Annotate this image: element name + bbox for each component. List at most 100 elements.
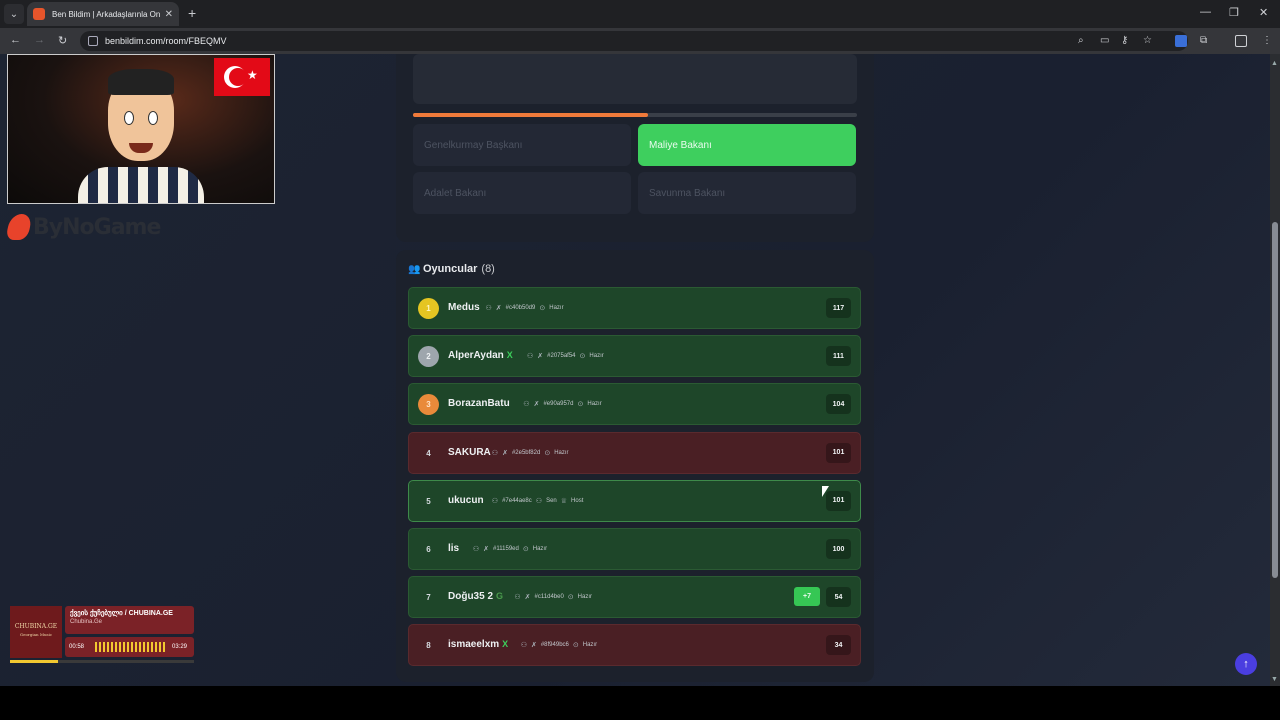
site-info-icon[interactable] — [88, 36, 98, 46]
ready-icon: ⊙ — [539, 305, 546, 312]
bynogame-logo: ByNoGame — [5, 214, 161, 240]
user-icon: ⚇ — [520, 642, 527, 650]
song-source: Chubina.Ge — [70, 619, 103, 625]
password-key-icon[interactable]: ⚷ — [1121, 35, 1128, 46]
player-meta: ⚇ ✗ #8f949bc6 ⊙ Hazır — [521, 641, 597, 649]
answer-option[interactable]: Savunma Bakanı — [638, 172, 856, 214]
player-meta: ⚇ ✗ #e90a957d ⊙ Hazır — [523, 400, 601, 408]
close-window-icon[interactable]: ✕ — [1259, 6, 1268, 19]
player-rank-badge: 8 — [426, 641, 431, 651]
kick-icon[interactable]: ✗ — [531, 641, 537, 649]
host-crown-icon: ♕ — [560, 497, 568, 505]
scroll-down-icon[interactable]: ▼ — [1271, 676, 1278, 683]
profile-extension-icon[interactable] — [1235, 35, 1247, 47]
menu-kebab-icon[interactable]: ⋮ — [1262, 35, 1272, 46]
player-score: 117 — [826, 298, 851, 318]
avatar-hair — [108, 69, 174, 95]
kick-icon[interactable]: ✗ — [483, 545, 489, 553]
scroll-thumb[interactable] — [1272, 222, 1278, 578]
extensions-puzzle-icon[interactable]: ⧉ — [1200, 35, 1207, 46]
player-meta: ⚇ ✗ #2075af54 ⊙ Hazır — [527, 352, 604, 360]
translate-extension-icon[interactable] — [1175, 35, 1187, 47]
user-icon: ⚇ — [527, 353, 534, 361]
player-name: SAKURA — [448, 446, 491, 458]
player-rank-badge: 7 — [426, 593, 431, 603]
player-score: 100 — [826, 539, 851, 559]
player-name: AlperAydan X — [448, 350, 513, 362]
player-status: Hazır — [554, 449, 569, 456]
player-score: 104 — [826, 394, 851, 415]
time-current: 00:58 — [69, 644, 85, 650]
player-row: 8 ismaeelxm X ⚇ ✗ #8f949bc6 ⊙ Hazır 34 — [408, 624, 861, 667]
you-label: Sen — [546, 497, 557, 504]
players-card: 👥 Oyuncular (8) 1 Medus ⚇ ✗ #c40b50d9 ⊙ Hazır 1… — [396, 250, 874, 682]
player-id: #11159ed — [493, 546, 519, 552]
ready-icon: ⊙ — [577, 401, 584, 409]
cast-icon[interactable]: ▭ — [1100, 35, 1109, 46]
player-row: 4 SAKURA ⚇ ✗ #2e5bf82d ⊙ Hazır 101 — [408, 431, 861, 474]
user-icon: ⚇ — [523, 401, 530, 409]
player-status: Hazır — [589, 353, 604, 360]
music-info: ქვეის ქუჩებული / CHUBINA.GE Chubina.Ge — [65, 606, 194, 634]
bookmark-star-icon[interactable]: ☆ — [1143, 35, 1152, 46]
scroll-to-top-button[interactable]: ↑ — [1235, 653, 1257, 675]
address-bar[interactable]: benbildim.com/room/FBEQMV — [80, 31, 1188, 51]
player-id: #c11d4be0 — [534, 594, 564, 601]
player-name: lis — [448, 543, 460, 554]
active-tab[interactable]: Ben Bildim | Arkadaşlarınla Online ✕ — [27, 2, 179, 26]
tab-search-button[interactable]: ⌄ — [4, 4, 24, 24]
player-name: ukucun — [448, 494, 484, 506]
google-badge-icon: G — [496, 591, 504, 602]
album-art: CHUBINA.GE Georgian Music — [10, 606, 62, 658]
player-rank-badge: 5 — [426, 496, 431, 506]
kick-icon[interactable]: ✗ — [537, 352, 543, 360]
player-rank-badge: 4 — [426, 448, 431, 458]
player-name: BorazanBatu — [448, 398, 510, 410]
back-icon[interactable]: ← — [10, 34, 21, 46]
page-scrollbar[interactable]: ▲ ▼ — [1270, 54, 1280, 686]
kick-icon[interactable]: ✗ — [525, 593, 531, 601]
player-status: Hazır — [532, 546, 548, 552]
scroll-up-icon[interactable]: ▲ — [1271, 60, 1278, 67]
kick-icon[interactable]: ✗ — [496, 304, 502, 312]
player-rank-badge: 2 — [418, 346, 439, 368]
zoom-icon[interactable]: ⌕ — [1078, 35, 1084, 46]
score-gain-badge: +7 — [794, 587, 820, 607]
reload-icon[interactable]: ↻ — [58, 34, 67, 47]
tab-close-icon[interactable]: ✕ — [165, 9, 173, 20]
turkey-flag-image: ★ — [214, 58, 270, 96]
player-meta: ⚇ #7e44ae8c ⚇ Sen ♕ Host — [492, 497, 584, 505]
answer-option[interactable]: Genelkurmay Başkanı — [413, 124, 631, 166]
answer-option-correct[interactable]: Maliye Bakanı — [638, 124, 856, 166]
minimize-icon[interactable]: — — [1200, 6, 1211, 18]
kick-icon[interactable]: ✗ — [502, 449, 508, 457]
browser-window: ⌄ Ben Bildim | Arkadaşlarınla Online ✕ +… — [0, 0, 1280, 686]
kick-icon[interactable]: ✗ — [534, 400, 540, 408]
user-icon: ⚇ — [485, 305, 492, 312]
restore-icon[interactable]: ❐ — [1229, 6, 1239, 19]
mouse-cursor — [822, 486, 829, 497]
tab-strip: ⌄ Ben Bildim | Arkadaşlarınla Online ✕ +… — [0, 0, 1280, 28]
player-meta: ⚇ ✗ #c11d4be0 ⊙ Hazır — [514, 593, 592, 601]
player-status: Hazır — [549, 305, 564, 311]
player-score: 101 — [826, 442, 851, 463]
user-icon: ⚇ — [491, 497, 499, 505]
user-icon: ⚇ — [491, 449, 499, 457]
xbox-badge-icon: X — [502, 639, 509, 650]
player-id: #e90a957d — [543, 401, 574, 408]
forward-icon[interactable]: → — [34, 34, 45, 46]
music-player-bar: 00:58 03:29 — [65, 637, 194, 657]
player-row: 7 Doğu35 2 G ⚇ ✗ #c11d4be0 ⊙ Hazır +7 54 — [408, 576, 861, 619]
music-progress-fill — [10, 660, 58, 663]
player-status: Hazır — [582, 642, 598, 649]
site-favicon-icon — [33, 8, 45, 20]
new-tab-button[interactable]: + — [188, 5, 196, 21]
players-title: Oyuncular — [423, 263, 478, 275]
player-score: 34 — [826, 635, 851, 656]
answer-option[interactable]: Adalet Bakanı — [413, 172, 631, 214]
player-rank-badge: 1 — [418, 298, 439, 319]
host-label: Host — [571, 497, 584, 504]
player-name: ismaeelxm X — [448, 639, 509, 651]
url-text[interactable]: benbildim.com/room/FBEQMV — [105, 36, 227, 46]
waveform — [95, 642, 165, 652]
